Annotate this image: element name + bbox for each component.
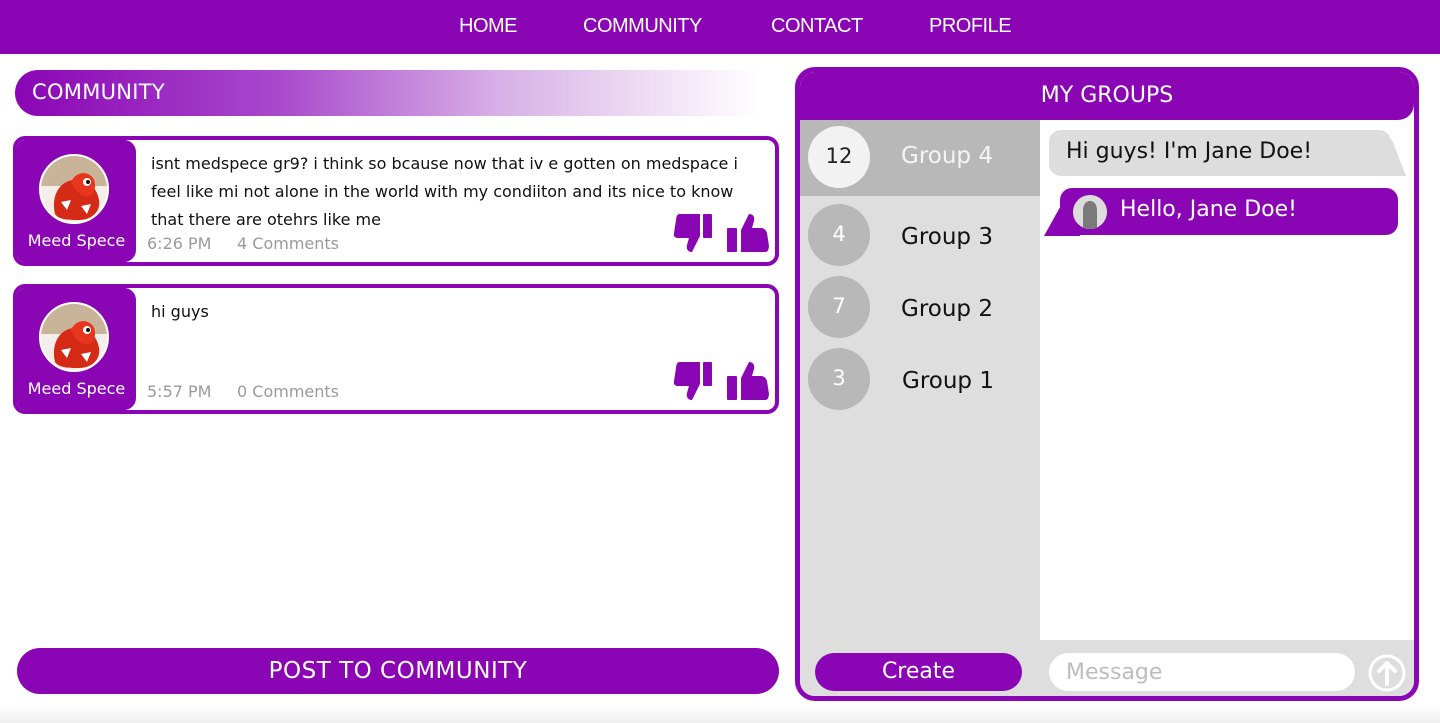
thumbs-up-icon[interactable] (727, 360, 769, 402)
create-group-button[interactable]: Create (815, 653, 1022, 691)
group-member-count: 7 (808, 276, 870, 338)
top-navigation: HOME COMMUNITY CONTACT PROFILE (0, 0, 1440, 54)
nav-contact[interactable]: CONTACT (771, 15, 863, 38)
post-text: hi guys (151, 302, 209, 321)
post-author-panel: Meed Spece (17, 288, 136, 410)
my-groups-panel: MY GROUPS 12 Group 4 4 Group 3 7 Group 2… (795, 67, 1419, 701)
group-name: Group 3 (901, 224, 993, 250)
group-name: Group 2 (901, 296, 993, 322)
outgoing-message-text: Hello, Jane Doe! (1120, 197, 1297, 222)
page-footer-shadow (0, 705, 1440, 723)
group-item[interactable]: 7 Group 2 (800, 274, 1040, 350)
group-member-count: 3 (808, 348, 870, 410)
outgoing-message: Hello, Jane Doe! (1060, 188, 1398, 235)
author-avatar[interactable] (39, 154, 109, 224)
author-name[interactable]: Meed Spece (17, 379, 136, 398)
arrow-up-circle-icon[interactable] (1367, 653, 1407, 693)
group-name: Group 4 (901, 143, 993, 169)
community-post: Meed Spece isnt medspece gr9? i think so… (13, 136, 779, 266)
nav-home[interactable]: HOME (459, 15, 518, 38)
red-creature-avatar-icon (41, 156, 107, 222)
thumbs-down-icon[interactable] (672, 360, 714, 402)
chat-area: Hi guys! I'm Jane Doe! Hello, Jane Doe! (1040, 120, 1414, 640)
post-comments-link[interactable]: 4 Comments (237, 234, 339, 253)
groups-title: MY GROUPS (1040, 83, 1174, 108)
post-time: 5:57 PM (147, 382, 212, 401)
author-avatar[interactable] (39, 302, 109, 372)
groups-bottom-bar: Create (800, 640, 1414, 696)
groups-header: MY GROUPS (800, 72, 1414, 120)
group-item[interactable]: 12 Group 4 (800, 120, 1040, 196)
incoming-message: Hi guys! I'm Jane Doe! (1049, 130, 1391, 176)
nav-community[interactable]: COMMUNITY (583, 15, 702, 38)
user-silhouette-icon (1073, 195, 1107, 229)
community-post: Meed Spece hi guys 5:57 PM 0 Comments (13, 284, 779, 414)
post-comments-link[interactable]: 0 Comments (237, 382, 339, 401)
thumbs-down-icon[interactable] (672, 212, 714, 254)
post-author-panel: Meed Spece (17, 140, 136, 262)
group-member-count: 4 (808, 204, 870, 266)
group-name: Group 1 (902, 368, 994, 394)
group-item[interactable]: 3 Group 1 (800, 346, 1040, 422)
community-header: COMMUNITY (15, 70, 760, 116)
community-title: COMMUNITY (32, 80, 166, 104)
group-member-count: 12 (808, 126, 870, 188)
message-input[interactable] (1049, 653, 1355, 691)
group-list: 12 Group 4 4 Group 3 7 Group 2 3 Group 1 (800, 120, 1040, 640)
thumbs-up-icon[interactable] (727, 212, 769, 254)
red-creature-avatar-icon (41, 304, 107, 370)
author-name[interactable]: Meed Spece (17, 231, 136, 250)
group-item[interactable]: 4 Group 3 (800, 202, 1040, 278)
nav-profile[interactable]: PROFILE (929, 15, 1012, 38)
post-time: 6:26 PM (147, 234, 212, 253)
post-to-community-button[interactable]: POST TO COMMUNITY (17, 648, 779, 694)
